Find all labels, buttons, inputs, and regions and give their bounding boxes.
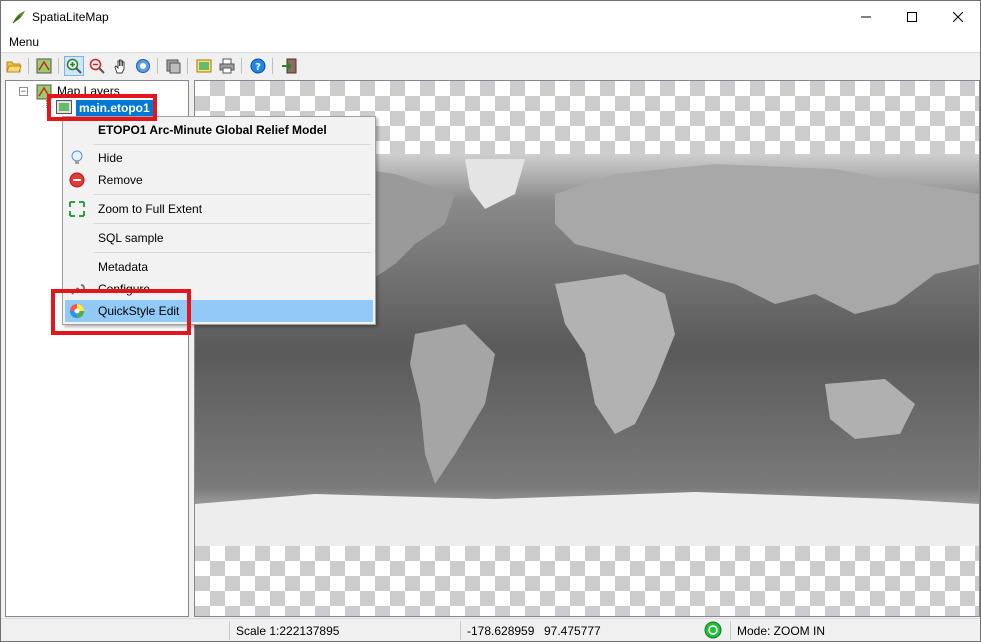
close-button[interactable] — [935, 1, 980, 32]
menu-item-menu[interactable]: Menu — [9, 35, 39, 49]
status-ok-icon — [704, 621, 722, 639]
help-icon: ? — [250, 58, 266, 74]
menu-bar: Menu — [1, 32, 980, 52]
print-icon — [219, 58, 235, 74]
minimize-icon — [861, 16, 871, 17]
menu-item-remove-label: Remove — [98, 173, 143, 187]
layer-button[interactable] — [34, 56, 54, 76]
menu-separator — [93, 223, 371, 224]
status-bar: Scale 1:222137895 -178.628959 97.475777 … — [1, 618, 980, 641]
menu-item-zoom-full-extent[interactable]: Zoom to Full Extent — [65, 198, 373, 220]
exit-button[interactable] — [279, 56, 299, 76]
configure-toolbar-button[interactable] — [163, 56, 183, 76]
menu-item-metadata-label: Metadata — [98, 260, 149, 274]
minimize-button[interactable] — [843, 1, 889, 32]
open-button[interactable] — [4, 56, 24, 76]
context-menu-header-label: ETOPO1 Arc-Minute Global Relief Model — [98, 123, 327, 137]
remove-icon — [69, 172, 85, 188]
toolbar-separator — [241, 58, 242, 74]
spatialite-feather-icon — [12, 11, 25, 24]
toolbar-separator — [272, 58, 273, 74]
menu-item-sql-sample-label: SQL sample — [98, 231, 164, 245]
identify-icon — [136, 59, 150, 73]
maximize-button[interactable] — [889, 1, 935, 32]
menu-separator — [93, 252, 371, 253]
help-button[interactable]: ? — [248, 56, 268, 76]
toolbar-separator — [28, 58, 29, 74]
scale-readout: Scale 1:222137895 — [229, 621, 459, 640]
maximize-icon — [907, 11, 917, 22]
coord-x-readout: -178.628959 — [460, 621, 538, 640]
window-title: SpatiaLiteMap — [32, 10, 109, 24]
toolbar-separator — [58, 58, 59, 74]
menu-item-sql-sample[interactable]: SQL sample — [65, 227, 373, 249]
menu-item-zoom-full-extent-label: Zoom to Full Extent — [98, 202, 203, 216]
toolbar-separator — [157, 58, 158, 74]
zoom-extent-icon — [69, 201, 85, 217]
menu-item-remove[interactable]: Remove — [65, 169, 373, 191]
coord-y-readout: 97.475777 — [544, 624, 601, 638]
zoom-in-button[interactable] — [64, 56, 84, 76]
app-window: SpatiaLiteMap Menu ? − Map Layers main.e… — [0, 0, 981, 642]
zoom-out-icon — [89, 58, 105, 74]
zoom-out-button[interactable] — [87, 56, 107, 76]
pan-hand-icon — [114, 59, 125, 74]
menu-item-metadata[interactable]: Metadata — [65, 256, 373, 278]
toolbar: ? — [1, 52, 980, 79]
identify-button[interactable] — [133, 56, 153, 76]
title-bar: SpatiaLiteMap — [1, 1, 980, 32]
svg-text:?: ? — [255, 62, 261, 73]
configure-icon — [166, 59, 181, 74]
layer-icon — [36, 58, 52, 74]
light-bulb-icon — [71, 150, 83, 164]
annotation-highlight-menu-item — [51, 289, 191, 335]
image-export-button[interactable] — [194, 56, 214, 76]
exit-icon — [282, 58, 297, 74]
context-menu-header: ETOPO1 Arc-Minute Global Relief Model — [65, 119, 373, 141]
menu-separator — [93, 194, 371, 195]
close-icon — [953, 11, 963, 22]
open-folder-icon — [6, 61, 22, 73]
menu-item-hide-label: Hide — [98, 151, 123, 165]
annotation-highlight-layer — [47, 94, 157, 121]
print-button[interactable] — [217, 56, 237, 76]
pan-button[interactable] — [110, 56, 130, 76]
tree-collapse-toggle[interactable]: − — [19, 87, 28, 96]
toolbar-separator — [187, 58, 188, 74]
menu-separator — [93, 144, 371, 145]
mode-readout: Mode: ZOOM IN — [730, 621, 980, 640]
menu-item-hide[interactable]: Hide — [65, 147, 373, 169]
land-antarctica — [195, 492, 979, 546]
image-export-icon — [196, 59, 212, 73]
zoom-in-icon — [66, 58, 82, 74]
